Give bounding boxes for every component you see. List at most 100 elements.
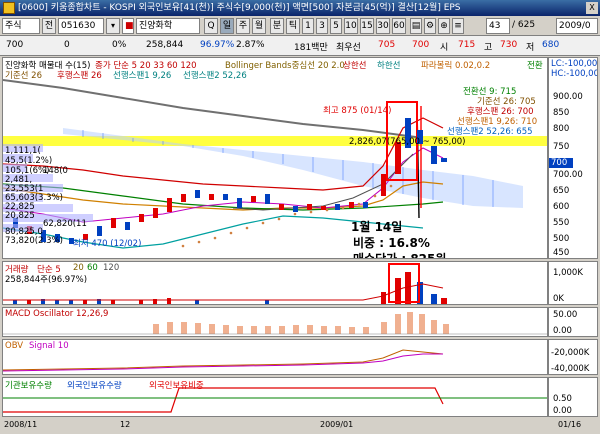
toolbar: 주식 전 051630 ▾ ■ 진양화학 Q 일 주 월 분 틱 1 3 5 1… <box>0 16 600 36</box>
foreign-qty-legend: 외국인보유수량 <box>67 381 122 391</box>
chart-window: [0600] 키움종합차트 - KOSPI 외국인보유[41(천)] 주식수[9… <box>0 0 600 434</box>
obv-axis-top: -20,000K <box>551 348 590 358</box>
axis-tick: 750 <box>553 142 570 152</box>
annotation-date: 1월 14일 <box>351 220 403 234</box>
axis-tick: 550 <box>553 218 570 228</box>
candle <box>139 214 144 222</box>
legend-base-line: 기준선 26 <box>5 71 42 81</box>
obv-axis-bottom: -40,000K <box>551 364 590 374</box>
page-input[interactable]: 43 <box>486 18 510 34</box>
annotation-weight: 비중 : 16.8% <box>353 236 430 250</box>
volume-axis-top: 1,000K <box>553 268 583 278</box>
obv-axis[interactable]: -20,000K -40,000K <box>548 339 598 375</box>
btn-period[interactable]: Q <box>204 18 218 34</box>
macd-axis-bottom: 0.00 <box>553 326 572 336</box>
volume-ma5 <box>3 283 444 301</box>
axis-tick: 850 <box>553 108 570 118</box>
btn-15[interactable]: 15 <box>360 18 374 34</box>
volume-profile-label: 62,820(11 <box>43 219 87 229</box>
foreign-axis[interactable]: 0.50 0.00 <box>548 377 598 417</box>
candle <box>153 208 158 218</box>
volume-panel[interactable]: 거래량 단순 5 20 60 120 258,844주(96.97%) <box>2 261 548 305</box>
market-select[interactable]: 주식 <box>2 18 40 34</box>
candle <box>125 222 130 230</box>
range-note: 2,826,07(765,00 ~ 765,00) <box>349 137 466 147</box>
candle <box>279 204 284 210</box>
btn-30[interactable]: 30 <box>376 18 390 34</box>
candle <box>237 198 242 208</box>
obv-line <box>3 349 444 371</box>
foreign-ratio-legend: 외국인보유비중 <box>149 381 204 391</box>
macd-axis[interactable]: 50.00 0.00 <box>548 307 598 337</box>
legend-leading-span1: 선행스팬1 9,26 <box>113 71 172 81</box>
candle <box>363 202 368 208</box>
ichimoku-span2-value: 선행스팬2 52,26: 655 <box>447 127 533 137</box>
x-label-2009-01: 2009/01 <box>320 420 354 429</box>
axis-tick: 600 <box>553 202 570 212</box>
date-input[interactable]: 2009/0 <box>556 18 598 34</box>
zoom-icon[interactable]: ⊕ <box>438 18 450 34</box>
candle <box>167 198 172 212</box>
legend-conversion: 전환 <box>527 61 543 71</box>
legend-parabolic: 파라볼릭 0.02,0.2 <box>421 61 491 71</box>
x-axis: 2008/11 12 2009/01 01/16 <box>2 418 598 432</box>
quote-bar: 700 0 0% 258,844 96.97% 2.87% 181백만 최우선 … <box>0 36 600 56</box>
volume-profile-highlight <box>3 136 547 146</box>
btn-5[interactable]: 5 <box>330 18 342 34</box>
obv-panel[interactable]: OBV Signal 10 <box>2 339 548 375</box>
volume-profile-label: 148(0 <box>43 166 68 176</box>
page-total: / 625 <box>512 20 536 30</box>
axis-tick: 800 <box>553 124 570 134</box>
lines-icon[interactable]: ≡ <box>452 18 464 34</box>
candle <box>209 194 214 200</box>
volume-axis-bottom: 0K <box>553 294 564 304</box>
axis-tick: 450 <box>553 248 570 258</box>
volume-legend-ma60: 60 <box>87 263 98 273</box>
btn-day[interactable]: 일 <box>220 18 234 34</box>
title-bar: [0600] 키움종합차트 - KOSPI 외국인보유[41(천)] 주식수[9… <box>0 0 600 16</box>
candle <box>223 194 228 200</box>
chart-type-icon[interactable]: ▤ <box>410 18 422 34</box>
best-label: 최우선 <box>336 43 361 53</box>
candle <box>431 146 437 164</box>
candle <box>293 206 298 212</box>
code-type-button[interactable]: 전 <box>42 18 56 34</box>
btn-tick[interactable]: 틱 <box>286 18 300 34</box>
btn-week[interactable]: 주 <box>236 18 250 34</box>
high-note: 최고 875 (01/14) <box>323 106 392 116</box>
btn-10[interactable]: 10 <box>344 18 358 34</box>
open-price: 715 <box>458 40 476 50</box>
foreign-axis-top: 0.50 <box>553 394 572 404</box>
lock-icon[interactable]: ■ <box>122 18 134 34</box>
price-panel[interactable]: 진양화학 매물대 수(15) 종가 단순 5 20 33 60 120 Boll… <box>2 57 548 259</box>
search-icon[interactable]: ▾ <box>106 18 120 34</box>
obv-signal-legend: Signal 10 <box>29 341 69 351</box>
hc-label: HC:-100,00 <box>551 69 598 79</box>
candle <box>335 204 340 210</box>
foreign-panel[interactable]: 기관보유수량 외국인보유수량 외국인보유비중 <box>2 377 548 417</box>
macd-panel[interactable]: MACD Oscillator 12,26,9 <box>2 307 548 337</box>
btn-3[interactable]: 3 <box>316 18 328 34</box>
axis-tick: 700.00 <box>553 170 583 180</box>
window-title: [0600] 키움종합차트 - KOSPI 외국인보유[41(천)] 주식수[9… <box>18 3 461 13</box>
candle <box>441 158 447 162</box>
btn-1[interactable]: 1 <box>302 18 314 34</box>
x-label-12: 12 <box>120 420 131 429</box>
price-change: 0 <box>64 40 70 50</box>
btn-minute[interactable]: 분 <box>270 18 284 34</box>
ask-price: 705 <box>378 40 396 50</box>
settings-icon[interactable]: ⚙ <box>424 18 436 34</box>
turnover: 2.87% <box>236 40 265 50</box>
bid-price: 700 <box>412 40 430 50</box>
candle <box>195 190 200 198</box>
change-percent: 0% <box>112 40 127 50</box>
price-axis[interactable]: LC:-100,00 HC:-100,00 900.00 850 800 750… <box>548 57 598 259</box>
btn-month[interactable]: 월 <box>252 18 266 34</box>
legend-lagging-span: 후행스팬 26 <box>57 71 102 81</box>
volume-axis[interactable]: 1,000K 0K <box>548 261 598 305</box>
app-icon <box>3 2 15 14</box>
btn-60[interactable]: 60 <box>392 18 406 34</box>
close-button[interactable]: X <box>586 2 598 14</box>
stock-code-input[interactable]: 051630 <box>58 18 104 34</box>
annotation-box-volume <box>388 263 420 303</box>
